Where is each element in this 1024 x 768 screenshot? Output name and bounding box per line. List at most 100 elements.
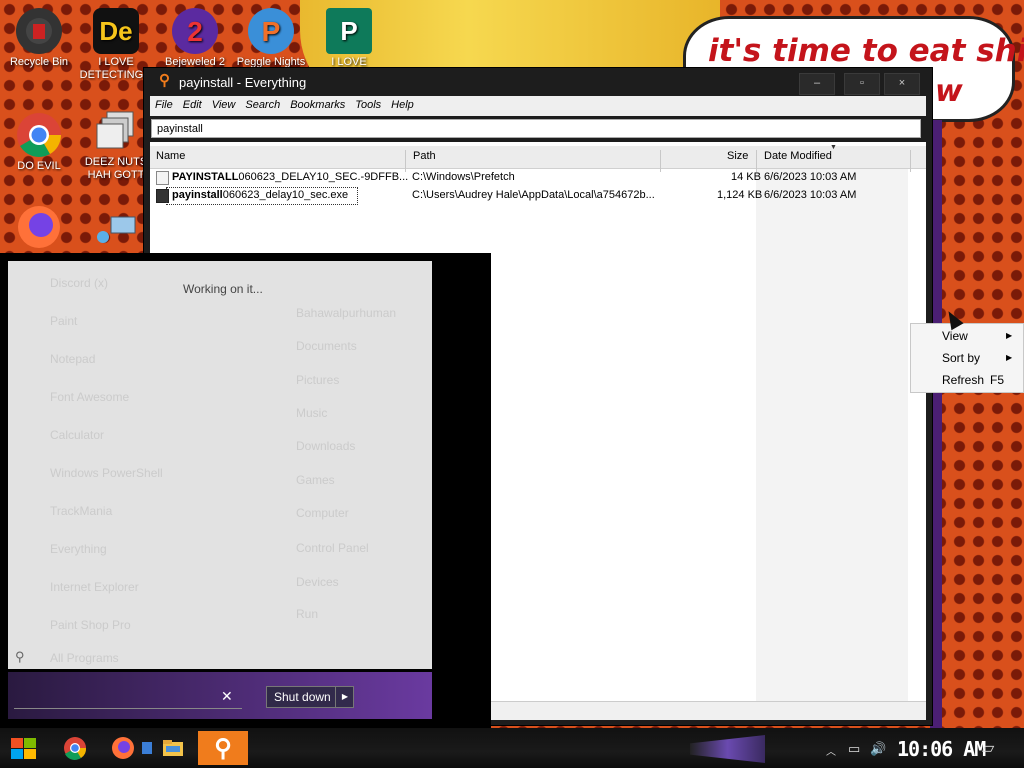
column-header-name[interactable]: Name	[156, 150, 185, 162]
desktop-icon-chrome[interactable]: DO EVIL	[2, 112, 76, 173]
app-icon	[93, 108, 139, 154]
ghost-item[interactable]: All Programs	[50, 651, 119, 665]
title-bar[interactable]: ⚲ payinstall - Everything – ▫ ×	[144, 68, 932, 96]
shutdown-button[interactable]: Shut down ▶	[266, 686, 354, 708]
start-button[interactable]	[4, 731, 44, 765]
row-name-match: PAYINSTALL	[172, 171, 239, 183]
everything-search-icon: ⚲	[159, 72, 170, 89]
menu-search[interactable]: Search	[240, 96, 285, 111]
speech-bubble-text: it's time to eat shit	[708, 33, 1024, 69]
maximize-button[interactable]: ▫	[844, 73, 880, 95]
ghost-item[interactable]: Documents	[296, 339, 357, 353]
row-size: 14 KB	[731, 171, 761, 183]
ghost-item[interactable]: Devices	[296, 575, 339, 589]
menu-help[interactable]: Help	[386, 96, 419, 111]
desktop-icon-publisher[interactable]: P I LOVE	[312, 8, 386, 69]
everything-search-icon: ⚲	[214, 734, 232, 762]
recycle-bin-icon	[16, 8, 62, 54]
desktop-icon-deez[interactable]: DEEZ NUTS HAH GOTT	[79, 108, 153, 182]
ghost-item[interactable]: Discord (x)	[50, 276, 108, 290]
taskbar-decoration	[690, 735, 765, 763]
column-header-bar: Name Path Size Date Modified ▼	[150, 144, 926, 172]
notification-icon[interactable]: ▱	[982, 738, 994, 758]
row-path: C:\Windows\Prefetch	[412, 171, 515, 183]
submenu-arrow-icon: ▶	[1006, 331, 1013, 340]
row-date: 6/6/2023 10:03 AM	[764, 189, 857, 201]
desktop-icon-bejeweled[interactable]: 2 Bejeweled 2	[158, 8, 232, 69]
ghost-item[interactable]: Downloads	[296, 439, 355, 453]
ghost-item[interactable]: Control Panel	[296, 541, 369, 555]
publisher-icon: P	[326, 8, 372, 54]
taskbar-file-explorer-icon[interactable]	[153, 731, 193, 765]
ghost-item[interactable]: Bahawalpurhuman	[296, 306, 396, 320]
app-icon: De	[93, 8, 139, 54]
ghost-item[interactable]: Music	[296, 406, 327, 420]
desktop-icon-firefox[interactable]	[2, 204, 76, 252]
desktop-icon-recycle-bin[interactable]: Recycle Bin	[2, 8, 76, 69]
context-item-refresh[interactable]: Refresh	[942, 373, 984, 387]
window-title: payinstall - Everything	[179, 75, 307, 90]
close-button[interactable]: ×	[884, 73, 920, 95]
ghost-item[interactable]: Calculator	[50, 428, 104, 442]
submenu-arrow-icon: ▶	[1006, 353, 1013, 362]
start-menu-status: Working on it...	[183, 282, 263, 296]
search-icon: ⚲	[15, 649, 25, 664]
app-icon: P	[248, 8, 294, 54]
ghost-item[interactable]: Internet Explorer	[50, 580, 139, 594]
taskbar-everything-icon[interactable]: ⚲	[198, 731, 248, 765]
column-header-size[interactable]: Size	[727, 150, 748, 162]
row-name-rest: 060623_delay10_sec.exe	[222, 189, 349, 201]
ghost-item[interactable]: Windows PowerShell	[50, 466, 163, 480]
row-name-rest: 060623_DELAY10_SEC.-9DFFB...	[238, 171, 409, 183]
shutdown-options-arrow-icon[interactable]: ▶	[335, 687, 354, 707]
start-menu-footer: ✕ Shut down ▶	[8, 672, 432, 719]
speech-bubble-text-2: w	[935, 74, 963, 109]
ghost-item[interactable]: Run	[296, 607, 318, 621]
ghost-item[interactable]: Notepad	[50, 352, 95, 366]
minimize-button[interactable]: –	[799, 73, 835, 95]
desktop-icon-label: DO EVIL	[17, 160, 61, 172]
column-header-date[interactable]: Date Modified	[764, 150, 832, 162]
taskbar-chrome-icon[interactable]	[55, 731, 95, 765]
row-name-match: payinstall	[172, 189, 223, 201]
search-input[interactable]: payinstall	[151, 119, 921, 138]
table-row[interactable]: payinstall060623_delay10_sec.exe C:\User…	[150, 187, 926, 205]
menu-edit[interactable]: Edit	[178, 96, 207, 111]
table-row[interactable]: PAYINSTALL060623_DELAY10_SEC.-9DFFB... C…	[150, 169, 926, 186]
taskbar: ⚲ ︿ ▭ 🔊 10:06 AM ▱	[0, 728, 1024, 768]
desktop-icon-detecting[interactable]: De I LOVE DETECTING...	[79, 8, 153, 82]
ghost-item[interactable]: Paint Shop Pro	[50, 618, 131, 632]
ghost-item[interactable]: Paint	[50, 314, 77, 328]
clear-search-icon[interactable]: ✕	[221, 688, 233, 705]
column-header-path[interactable]: Path	[413, 150, 436, 162]
desktop-icon-network[interactable]	[79, 208, 153, 256]
context-menu: View ▶ Sort by ▶ Refresh F5	[910, 323, 1024, 393]
tray-overflow-icon[interactable]: ︿	[826, 743, 836, 758]
desktop-icon-peggle[interactable]: P Peggle Nights	[234, 8, 308, 69]
context-item-sort-by[interactable]: Sort by	[942, 351, 980, 365]
menu-file[interactable]: File	[150, 96, 178, 111]
ghost-item[interactable]: Computer	[296, 506, 349, 520]
ghost-item[interactable]: Font Awesome	[50, 390, 129, 404]
start-menu: Discord (x) Paint Notepad Font Awesome C…	[8, 261, 432, 669]
volume-icon[interactable]: 🔊	[870, 741, 886, 757]
desktop-icon-label: Recycle Bin	[9, 56, 69, 68]
ghost-item[interactable]: TrackMania	[50, 504, 112, 518]
desktop-icon-label: DEEZ NUTS HAH GOTT	[84, 156, 148, 181]
ghost-item[interactable]: Everything	[50, 542, 107, 556]
network-tray-icon[interactable]: ▭	[848, 741, 860, 757]
menu-view[interactable]: View	[207, 96, 241, 111]
desktop-icon-label: I LOVE DETECTING...	[79, 56, 153, 81]
start-search-input[interactable]	[14, 686, 242, 709]
sort-descending-icon: ▼	[830, 144, 837, 151]
context-item-view[interactable]: View	[942, 329, 968, 343]
ghost-item[interactable]: Games	[296, 473, 335, 487]
ghost-item[interactable]: Pictures	[296, 373, 339, 387]
row-name: PAYINSTALL060623_DELAY10_SEC.-9DFFB...	[172, 171, 408, 183]
menu-tools[interactable]: Tools	[350, 96, 386, 111]
menu-bookmarks[interactable]: Bookmarks	[285, 96, 350, 111]
taskbar-clock[interactable]: 10:06 AM	[897, 737, 986, 761]
row-name: payinstall060623_delay10_sec.exe	[172, 189, 348, 201]
row-date: 6/6/2023 10:03 AM	[764, 171, 857, 183]
chrome-icon	[16, 112, 62, 158]
